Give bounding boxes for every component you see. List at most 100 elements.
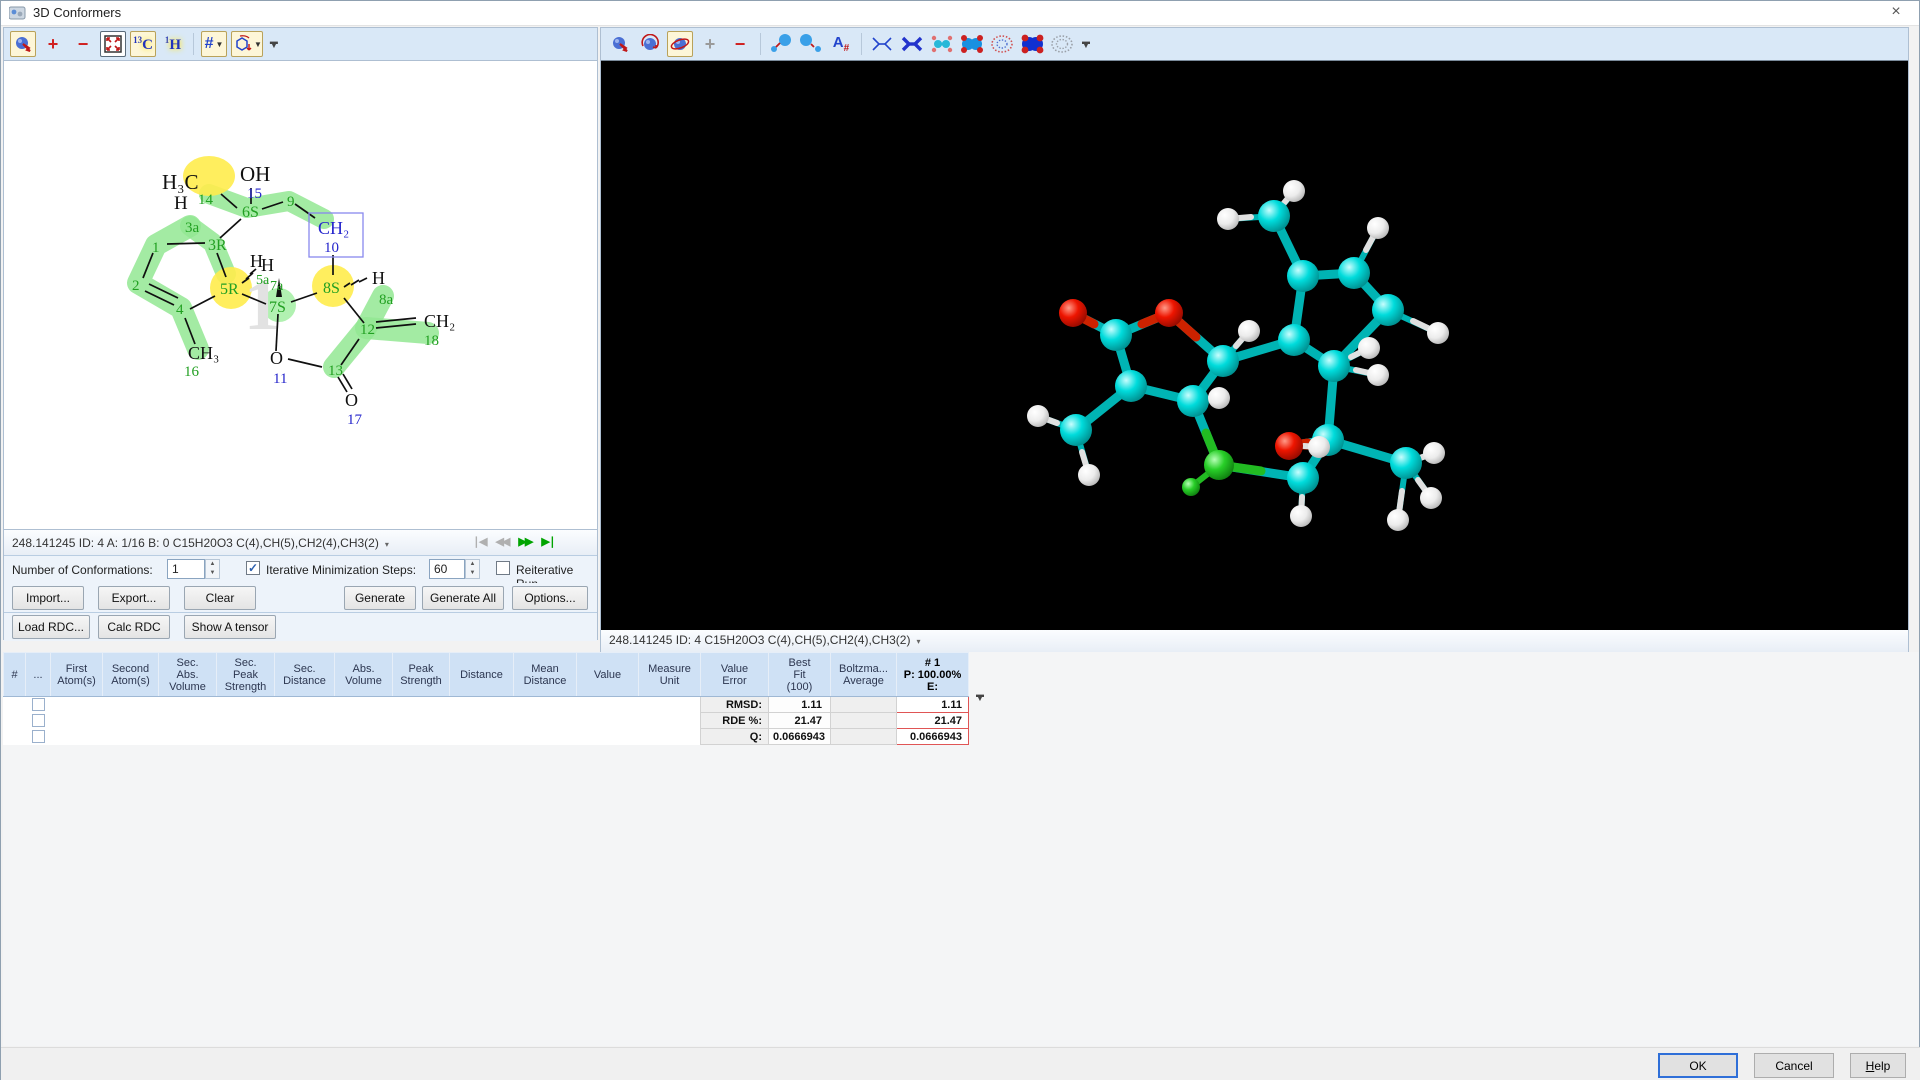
carbon-atom xyxy=(1207,345,1239,377)
rdc-table-area: #...First Atom(s)Second Atom(s)Sec. Abs.… xyxy=(3,652,1919,1046)
help-button[interactable]: Help xyxy=(1850,1053,1906,1078)
generate-all-button[interactable]: Generate All xyxy=(422,586,504,610)
iterative-checkbox[interactable]: ✓ xyxy=(246,561,260,575)
column-header[interactable]: Peak Strength xyxy=(393,653,450,697)
column-header[interactable]: Distance xyxy=(450,653,514,697)
atom-label: 8a xyxy=(379,292,394,308)
column-header[interactable]: Measure Unit xyxy=(639,653,701,697)
first-conformer-icon[interactable]: ❘◀ xyxy=(472,535,486,548)
iterative-steps-stepper[interactable]: ▲▼ xyxy=(465,559,480,579)
calc-rdc-button[interactable]: Calc RDC xyxy=(98,615,170,639)
close-icon[interactable]: × xyxy=(1885,3,1907,23)
right-toolbar: + − A# xyxy=(601,28,1908,60)
hydrogen-atom xyxy=(1078,464,1100,486)
viewer-3d-canvas[interactable] xyxy=(601,60,1908,630)
options-button[interactable]: Options... xyxy=(512,586,588,610)
atom-label: 14 xyxy=(198,192,214,208)
column-header[interactable]: ... xyxy=(26,653,51,697)
carbon-atom xyxy=(1060,414,1092,446)
sphere-shrink-icon xyxy=(800,34,822,54)
rdc-table[interactable]: #...First Atom(s)Second Atom(s)Sec. Abs.… xyxy=(3,652,969,745)
app-icon xyxy=(9,5,26,22)
sticks-button[interactable] xyxy=(899,31,925,57)
select-3d-button[interactable] xyxy=(607,31,633,57)
cancel-button[interactable]: Cancel xyxy=(1754,1053,1834,1078)
num-conformations-input[interactable]: 1 xyxy=(167,559,205,579)
column-header[interactable]: Value Error xyxy=(701,653,769,697)
shrink-spheres-button[interactable] xyxy=(798,31,824,57)
fit-to-window-button[interactable] xyxy=(100,31,126,57)
clear-button[interactable]: Clear xyxy=(184,586,256,610)
atom-label: H xyxy=(372,268,385,288)
column-header[interactable]: # 1 P: 100.00% E: xyxy=(897,653,969,697)
last-conformer-icon[interactable]: ▶❘ xyxy=(541,535,555,548)
next-conformer-icon[interactable]: ▶▶ xyxy=(518,535,531,548)
dialog-footer: OK Cancel Help xyxy=(1,1047,1920,1080)
dot-surface-button[interactable] xyxy=(989,31,1015,57)
summary-checkbox[interactable] xyxy=(32,730,45,743)
wireframe-button[interactable] xyxy=(869,31,895,57)
table-overflow-icon[interactable]: ▬▼ xyxy=(973,688,987,706)
ball-stick-small-button[interactable] xyxy=(929,31,955,57)
structure-display-button[interactable]: ▼ xyxy=(231,31,263,57)
reiterative-checkbox[interactable] xyxy=(496,561,510,575)
prev-conformer-icon[interactable]: ◀◀ xyxy=(495,535,508,548)
atom-label: CH₂ xyxy=(318,218,349,238)
column-header[interactable]: Sec. Abs. Volume xyxy=(159,653,217,697)
column-header[interactable]: Best Fit (100) xyxy=(769,653,831,697)
status-dropdown-icon[interactable]: ▾ xyxy=(385,540,389,549)
ball-stick-icon xyxy=(930,34,954,54)
chevron-down-icon[interactable]: ▼ xyxy=(215,40,223,49)
ball-stick-large-button[interactable] xyxy=(959,31,985,57)
grow-spheres-button[interactable] xyxy=(768,31,794,57)
zoom-out-3d-button[interactable]: − xyxy=(727,31,753,57)
ok-button[interactable]: OK xyxy=(1658,1053,1738,1078)
carbon-13-button[interactable]: 13C xyxy=(130,31,156,57)
atom-labels-button[interactable]: A# xyxy=(828,31,854,57)
hydrogen-atom xyxy=(1367,364,1389,386)
orbit-button[interactable] xyxy=(667,31,693,57)
rotate-sphere-icon xyxy=(640,34,660,54)
summary-checkbox[interactable] xyxy=(32,714,45,727)
column-header[interactable]: Second Atom(s) xyxy=(103,653,159,697)
spacefill-icon xyxy=(1020,34,1044,54)
load-rdc-button[interactable]: Load RDC... xyxy=(12,615,90,639)
hydrogen-atom xyxy=(1217,208,1239,230)
proton-1h-button[interactable]: 1H xyxy=(160,31,186,57)
structure-2d-canvas[interactable]: 1 xyxy=(4,60,597,530)
hydrogen-atom xyxy=(1283,180,1305,202)
select-atom-button[interactable] xyxy=(10,31,36,57)
column-header[interactable]: # xyxy=(4,653,26,697)
toolbar-overflow-icon[interactable]: ▬▼ xyxy=(1079,35,1093,53)
column-header[interactable]: Sec. Peak Strength xyxy=(217,653,275,697)
carbon-atom xyxy=(1287,462,1319,494)
hydrogen-atom xyxy=(1208,387,1230,409)
rotate-button[interactable] xyxy=(637,31,663,57)
import-button[interactable]: Import... xyxy=(12,586,84,610)
column-header[interactable]: Mean Distance xyxy=(514,653,577,697)
column-header[interactable]: Abs. Volume xyxy=(335,653,393,697)
structure-panel: + − 13C 1H #▼ xyxy=(3,27,598,640)
atom-numbering-button[interactable]: #▼ xyxy=(201,31,227,57)
toolbar-overflow-icon[interactable]: ▬▼ xyxy=(267,35,281,53)
column-header[interactable]: Sec. Distance xyxy=(275,653,335,697)
generate-button-row: Import... Export... Clear Generate Gener… xyxy=(4,583,597,613)
generate-button[interactable]: Generate xyxy=(344,586,416,610)
zoom-out-button[interactable]: − xyxy=(70,31,96,57)
num-conformations-stepper[interactable]: ▲▼ xyxy=(205,559,220,579)
zoom-in-button[interactable]: + xyxy=(40,31,66,57)
hash-icon: # xyxy=(205,35,214,53)
status-dropdown-icon[interactable]: ▾ xyxy=(916,637,920,646)
iterative-steps-input[interactable]: 60 xyxy=(429,559,465,579)
left-toolbar: + − 13C 1H #▼ xyxy=(4,28,597,60)
chevron-down-icon[interactable]: ▼ xyxy=(254,40,262,49)
column-header[interactable]: First Atom(s) xyxy=(51,653,103,697)
show-a-tensor-button[interactable]: Show A tensor xyxy=(184,615,276,639)
spacefill-button[interactable] xyxy=(1019,31,1045,57)
zoom-in-3d-button[interactable]: + xyxy=(697,31,723,57)
export-button[interactable]: Export... xyxy=(98,586,170,610)
column-header[interactable]: Value xyxy=(577,653,639,697)
vdw-dots-button[interactable] xyxy=(1049,31,1075,57)
column-header[interactable]: Boltzma... Average xyxy=(831,653,897,697)
summary-checkbox[interactable] xyxy=(32,698,45,711)
